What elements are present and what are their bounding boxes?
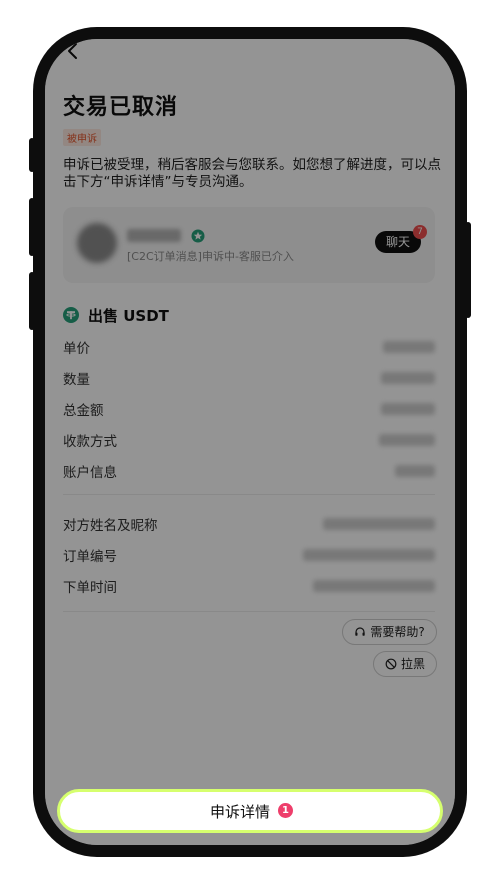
- block-button[interactable]: 拉黑: [373, 651, 437, 677]
- total-amount-label: 总金额: [63, 403, 104, 419]
- appeal-details-button[interactable]: 申诉详情 1: [57, 789, 443, 833]
- appeal-details-label: 申诉详情: [210, 803, 271, 821]
- verified-badge-icon: [191, 229, 205, 243]
- payment-method-value-blurred: [379, 434, 435, 446]
- account-info-value-blurred: [395, 465, 435, 477]
- unit-price-label: 单价: [63, 341, 90, 357]
- chat-message-preview: [C2C订单消息]申诉中-客服已介入: [127, 250, 294, 263]
- counterparty-name-blurred: [127, 229, 181, 242]
- quantity-value-blurred: [381, 372, 435, 384]
- counterparty-name-value-blurred: [323, 518, 435, 530]
- status-badge: 被申诉: [63, 129, 101, 146]
- headset-icon: [355, 627, 366, 636]
- unit-price-value-blurred: [383, 341, 435, 353]
- order-detail-page: 交易已取消 被申诉 申诉已被受理，稍后客服会与您联系。如您想了解进度，可以点击下…: [45, 39, 455, 845]
- appeal-count-badge: 1: [278, 803, 293, 818]
- sell-usdt-label: 出售 USDT: [88, 307, 169, 325]
- help-button-label: 需要帮助?: [370, 625, 425, 639]
- page-title: 交易已取消: [63, 95, 179, 120]
- counterparty-name-label: 对方姓名及昵称: [63, 518, 158, 534]
- help-button[interactable]: 需要帮助?: [342, 619, 437, 645]
- section-divider: [63, 494, 435, 495]
- order-time-label: 下单时间: [63, 580, 117, 596]
- block-icon: [385, 658, 397, 670]
- order-time-value-blurred: [313, 580, 435, 592]
- order-number-label: 订单编号: [63, 549, 117, 565]
- chat-card[interactable]: [C2C订单消息]申诉中-客服已介入 聊天 7: [63, 207, 435, 283]
- phone-screen: 交易已取消 被申诉 申诉已被受理，稍后客服会与您联系。如您想了解进度，可以点击下…: [45, 39, 455, 845]
- order-number-value-blurred: [303, 549, 435, 561]
- payment-method-label: 收款方式: [63, 434, 117, 450]
- phone-frame: 交易已取消 被申诉 申诉已被受理，稍后客服会与您联系。如您想了解进度，可以点击下…: [33, 27, 467, 857]
- unread-count-badge: 7: [413, 225, 427, 239]
- avatar: [77, 223, 117, 263]
- appeal-description: 申诉已被受理，稍后客服会与您联系。如您想了解进度，可以点击下方“申诉详情”与专员…: [63, 157, 441, 190]
- total-amount-value-blurred: [381, 403, 435, 415]
- block-button-label: 拉黑: [400, 657, 425, 671]
- quantity-label: 数量: [63, 372, 90, 388]
- section-divider: [63, 611, 435, 612]
- back-arrow-icon[interactable]: [63, 41, 83, 61]
- account-info-label: 账户信息: [63, 465, 117, 481]
- tether-icon: [63, 307, 79, 323]
